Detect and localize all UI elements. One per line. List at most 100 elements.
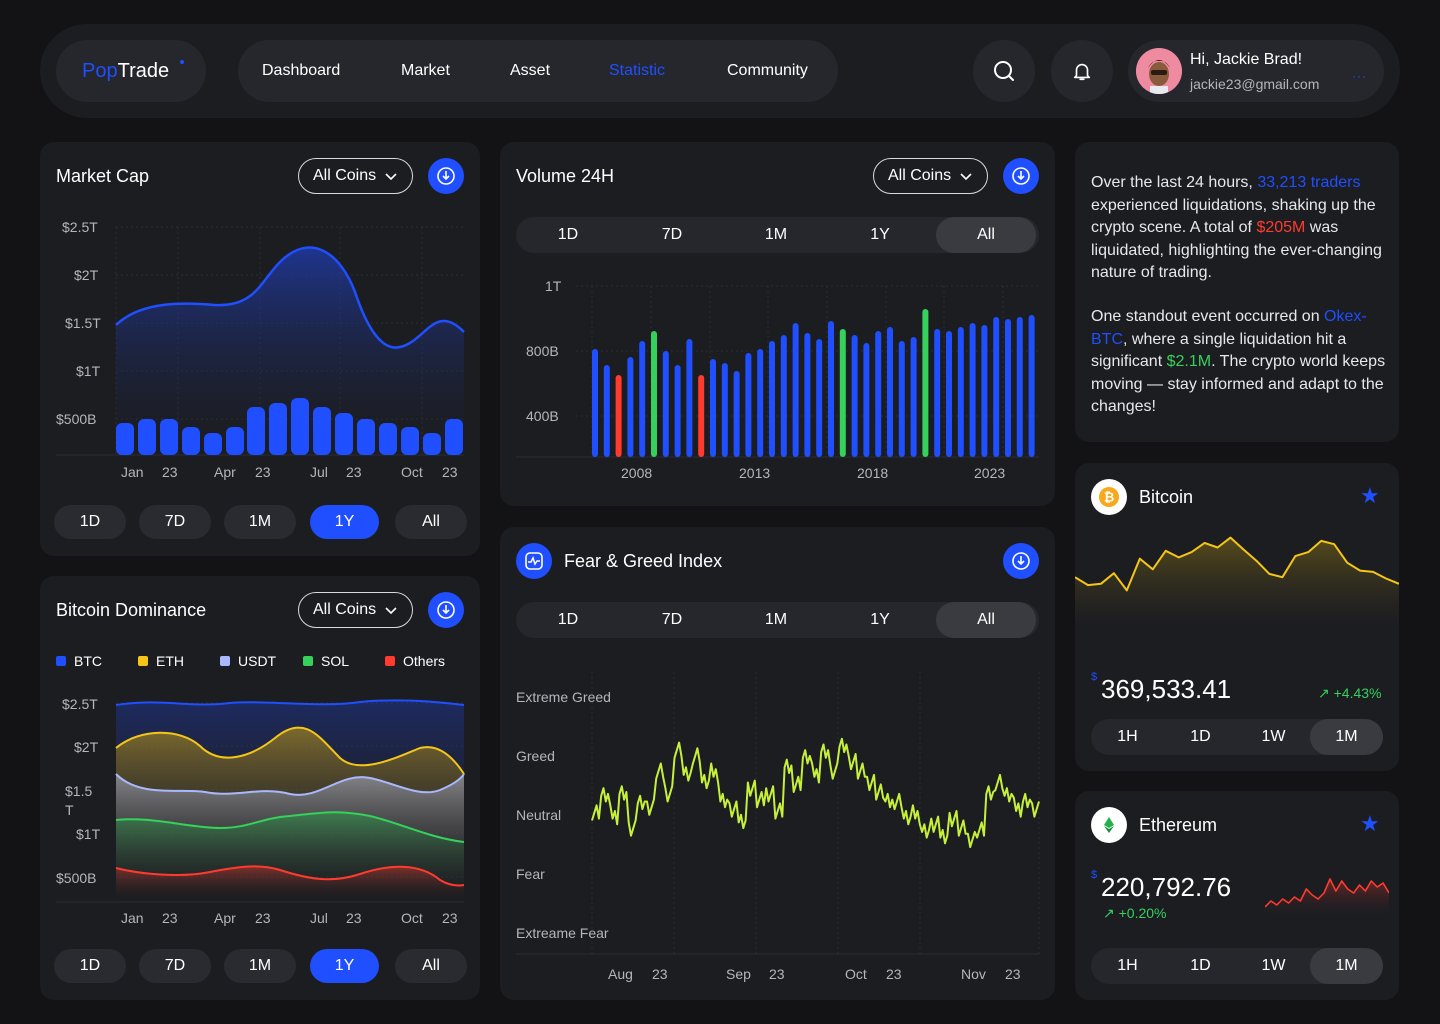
volume-bar (828, 321, 834, 457)
range-1m[interactable]: 1M (224, 949, 296, 983)
dominance-chart (56, 699, 465, 903)
market-cap-chart (56, 226, 465, 456)
dropdown-label: All Coins (888, 167, 952, 184)
x-label: 2023 (974, 465, 1006, 481)
ethereum-change: ↗ +0.20% (1103, 905, 1167, 921)
range-1m[interactable]: 1M (726, 602, 826, 638)
news-text: Over the last 24 hours, (1091, 174, 1258, 191)
volume-bar (981, 325, 988, 457)
range-all[interactable]: All (936, 217, 1036, 253)
dropdown-label: All Coins (313, 167, 377, 184)
volume-coin-dropdown[interactable]: All Coins (873, 158, 989, 194)
svg-text:₿: ₿ (1104, 491, 1115, 506)
range-1d[interactable]: 1D (518, 217, 618, 253)
download-icon (1012, 167, 1030, 185)
dominance-coin-dropdown[interactable]: All Coins (298, 592, 414, 628)
fear-greed-chart-icon (516, 543, 552, 579)
nav-community[interactable]: Community (727, 62, 808, 80)
x-label: Jul (310, 464, 328, 480)
range-7d[interactable]: 7D (139, 505, 211, 539)
y-label: $1.5 (65, 783, 93, 799)
user-email: jackie23@gmail.com (1190, 76, 1320, 92)
volume-download-button[interactable] (1003, 158, 1039, 194)
volume-bar (934, 329, 941, 457)
range-1y[interactable]: 1Y (830, 602, 930, 638)
nav-dashboard[interactable]: Dashboard (262, 62, 340, 80)
range-7d[interactable]: 7D (139, 949, 211, 983)
volume-bar (898, 341, 905, 457)
news-text: One standout event occurred on (1091, 308, 1325, 325)
y-label: 400B (526, 408, 559, 424)
market-cap-coin-dropdown[interactable]: All Coins (298, 158, 414, 194)
traders-link[interactable]: 33,213 traders (1257, 174, 1360, 191)
user-greeting: Hi, Jackie Brad! (1190, 51, 1303, 68)
change-value: +4.43% (1333, 685, 1382, 701)
range-1y[interactable]: 1Y (310, 505, 379, 539)
volume-bar (769, 341, 775, 457)
range-7d[interactable]: 7D (622, 602, 722, 638)
logo[interactable]: Pop Trade (56, 40, 206, 102)
x-label: 23 (442, 464, 458, 480)
x-label: 23 (162, 464, 178, 480)
range-7d[interactable]: 7D (622, 217, 722, 253)
nav-statistic[interactable]: Statistic (609, 62, 665, 80)
y-label: T (65, 802, 74, 818)
dominance-download-button[interactable] (428, 592, 464, 628)
nav-market[interactable]: Market (401, 62, 450, 80)
favorite-star-icon[interactable]: ★ (1360, 811, 1380, 837)
range-1m[interactable]: 1M (726, 217, 826, 253)
volume-bar (875, 331, 882, 457)
range-1d[interactable]: 1D (1164, 719, 1237, 755)
range-all[interactable]: All (395, 505, 467, 539)
market-cap-download-button[interactable] (428, 158, 464, 194)
volume-bar (780, 335, 787, 457)
range-1w[interactable]: 1W (1237, 948, 1310, 984)
x-label: Jan (121, 910, 144, 926)
fear-greed-title: Fear & Greed Index (564, 551, 723, 571)
volume-bar (686, 339, 693, 457)
fear-greed-download-button[interactable] (1003, 543, 1039, 579)
legend-usdt: USDT (220, 653, 276, 669)
range-1d[interactable]: 1D (54, 949, 126, 983)
range-1w[interactable]: 1W (1237, 719, 1310, 755)
ethereum-card: Ethereum ★ $ 220,792.76 ↗ +0.20% 1H 1D 1… (1075, 791, 1399, 1000)
range-all[interactable]: All (936, 602, 1036, 638)
range-all[interactable]: All (395, 949, 467, 983)
volume-bar (757, 349, 764, 457)
bell-icon (1073, 63, 1091, 81)
more-icon[interactable]: ··· (1352, 69, 1367, 83)
volume-bar (1005, 319, 1011, 457)
bitcoin-dominance-card: Bitcoin Dominance All Coins BTC ETH USDT… (40, 576, 480, 1000)
search-button[interactable] (973, 40, 1035, 102)
legend-label: BTC (74, 653, 102, 669)
range-1d[interactable]: 1D (54, 505, 126, 539)
range-1y[interactable]: 1Y (830, 217, 930, 253)
download-icon (437, 167, 455, 185)
nav-asset[interactable]: Asset (510, 62, 550, 80)
range-1m[interactable]: 1M (1310, 948, 1383, 984)
range-1h[interactable]: 1H (1091, 719, 1164, 755)
liquidated-amount: $205M (1256, 219, 1306, 236)
bitcoin-change: ↗ +4.43% (1318, 685, 1382, 701)
range-1y[interactable]: 1Y (310, 949, 379, 983)
x-label: 2018 (857, 465, 889, 481)
user-profile[interactable]: Hi, Jackie Brad! jackie23@gmail.com ··· (1128, 40, 1384, 102)
y-label: $1T (76, 826, 101, 842)
x-label: 23 (1005, 966, 1021, 982)
range-1d[interactable]: 1D (1164, 948, 1237, 984)
avatar-image (1136, 48, 1182, 94)
x-label: 2008 (621, 465, 653, 481)
logo-trade-text: Trade (117, 59, 170, 82)
favorite-star-icon[interactable]: ★ (1360, 483, 1380, 509)
chevron-down-icon (385, 607, 397, 615)
range-1d[interactable]: 1D (518, 602, 618, 638)
volume-chart (516, 285, 1039, 458)
x-label: 23 (442, 910, 458, 926)
range-1m[interactable]: 1M (224, 505, 296, 539)
volume-bar (615, 375, 622, 457)
volume-bar (839, 329, 846, 457)
volume-bar (721, 363, 728, 457)
range-1m[interactable]: 1M (1310, 719, 1383, 755)
range-1h[interactable]: 1H (1091, 948, 1164, 984)
notification-button[interactable] (1051, 40, 1113, 102)
